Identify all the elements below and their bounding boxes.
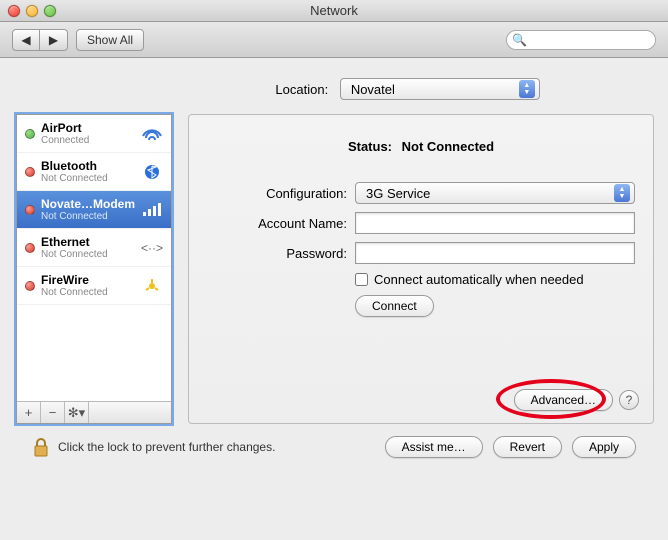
configuration-value: 3G Service (366, 186, 430, 201)
sidebar-item-firewire[interactable]: FireWireNot Connected (17, 267, 171, 305)
service-status: Not Connected (41, 249, 135, 260)
service-name: Ethernet (41, 235, 135, 249)
account-name-label: Account Name: (207, 216, 347, 231)
status-dot-icon (25, 167, 35, 177)
service-status: Not Connected (41, 211, 135, 222)
status-dot-icon (25, 205, 35, 215)
account-name-input[interactable] (355, 212, 635, 234)
firewire-icon (141, 278, 163, 294)
svg-text:<··>: <··> (141, 241, 163, 255)
main-panel: Status: Not Connected Configuration: 3G … (188, 114, 654, 424)
location-label: Location: (128, 82, 328, 97)
popup-arrows-icon: ▲▼ (519, 80, 535, 98)
sidebar-item-ethernet[interactable]: EthernetNot Connected <··> (17, 229, 171, 267)
titlebar: Network (0, 0, 668, 22)
help-button[interactable]: ? (619, 390, 639, 410)
service-sidebar: AirPortConnectedBluetoothNot ConnectedNo… (16, 114, 172, 424)
apply-button[interactable]: Apply (572, 436, 636, 458)
status-label: Status: (348, 139, 392, 154)
window-title: Network (0, 3, 668, 18)
auto-connect-label: Connect automatically when needed (374, 272, 584, 287)
service-name: AirPort (41, 121, 135, 135)
advanced-button[interactable]: Advanced… (514, 389, 613, 411)
service-actions-button[interactable]: ✻▾ (65, 402, 89, 423)
bluetooth-icon (141, 164, 163, 180)
sidebar-item-novate-modem[interactable]: Novate…ModemNot Connected (17, 191, 171, 229)
location-popup[interactable]: Novatel ▲▼ (340, 78, 540, 100)
show-all-button[interactable]: Show All (76, 29, 144, 51)
status-dot-icon (25, 281, 35, 291)
service-name: Bluetooth (41, 159, 135, 173)
lock-text: Click the lock to prevent further change… (58, 440, 275, 454)
popup-arrows-icon: ▲▼ (614, 184, 630, 202)
signal-icon (141, 202, 163, 218)
service-status: Not Connected (41, 287, 135, 298)
configuration-popup[interactable]: 3G Service ▲▼ (355, 182, 635, 204)
assist-me-button[interactable]: Assist me… (385, 436, 483, 458)
nav-segment: ◀ ▶ (12, 29, 68, 51)
status-dot-icon (25, 243, 35, 253)
service-status: Connected (41, 135, 135, 146)
service-status: Not Connected (41, 173, 135, 184)
service-name: Novate…Modem (41, 197, 135, 211)
forward-button[interactable]: ▶ (40, 29, 68, 51)
password-label: Password: (207, 246, 347, 261)
sidebar-item-bluetooth[interactable]: BluetoothNot Connected (17, 153, 171, 191)
toolbar: ◀ ▶ Show All 🔍 (0, 22, 668, 58)
auto-connect-checkbox[interactable] (355, 273, 368, 286)
revert-button[interactable]: Revert (493, 436, 562, 458)
connect-button[interactable]: Connect (355, 295, 434, 317)
location-value: Novatel (351, 82, 395, 97)
status-dot-icon (25, 129, 35, 139)
ethernet-icon: <··> (141, 240, 163, 256)
sidebar-item-airport[interactable]: AirPortConnected (17, 115, 171, 153)
service-name: FireWire (41, 273, 135, 287)
configuration-label: Configuration: (207, 186, 347, 201)
wifi-icon (141, 126, 163, 142)
lock-row[interactable]: Click the lock to prevent further change… (32, 436, 275, 458)
search-input[interactable] (506, 30, 656, 50)
lock-icon (32, 436, 50, 458)
status-value: Not Connected (402, 139, 494, 154)
remove-service-button[interactable]: − (41, 402, 65, 423)
add-service-button[interactable]: + (17, 402, 41, 423)
search-icon: 🔍 (512, 33, 527, 47)
password-input[interactable] (355, 242, 635, 264)
back-button[interactable]: ◀ (12, 29, 40, 51)
